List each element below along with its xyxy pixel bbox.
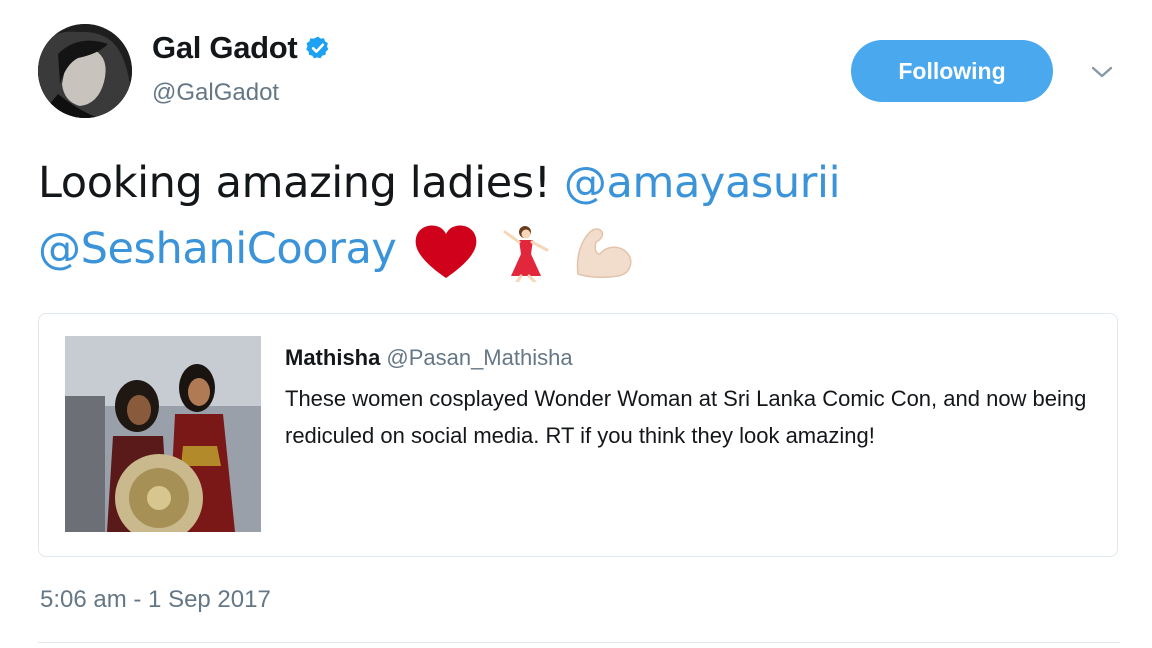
mention-seshanicooray[interactable]: @SeshaniCooray — [38, 224, 397, 274]
author-name-row: Gal Gadot — [152, 30, 331, 66]
cosplay-photo — [65, 336, 261, 532]
following-button[interactable]: Following — [851, 40, 1053, 102]
flexed-biceps-icon — [577, 227, 632, 278]
red-heart-icon — [415, 225, 477, 278]
mention-amayasurii[interactable]: @amayasurii — [564, 158, 841, 208]
tweet-timestamp[interactable]: 5:06 am - 1 Sep 2017 — [40, 586, 271, 614]
quoted-author-handle[interactable]: @Pasan_Mathisha — [386, 345, 572, 370]
tweet-text-start: Looking amazing ladies! — [38, 158, 564, 208]
quoted-tweet-header: Mathisha @Pasan_Mathisha — [285, 344, 1095, 372]
verified-badge-icon — [306, 36, 329, 59]
quoted-tweet-body: Mathisha @Pasan_Mathisha These women cosp… — [285, 344, 1095, 454]
author-display-name[interactable]: Gal Gadot — [152, 30, 298, 66]
author-avatar[interactable] — [38, 24, 132, 118]
tweet-text: Looking amazing ladies! @amayasurii @Ses… — [38, 150, 1118, 282]
quoted-tweet-image[interactable] — [65, 336, 261, 532]
avatar-photo — [38, 24, 132, 118]
quoted-tweet-text: These women cosplayed Wonder Woman at Sr… — [285, 386, 1087, 448]
quoted-tweet-card[interactable]: Mathisha @Pasan_Mathisha These women cosp… — [38, 313, 1118, 557]
woman-dancing-icon — [503, 225, 549, 282]
quoted-author-name[interactable]: Mathisha — [285, 345, 380, 370]
chevron-down-icon[interactable] — [1088, 62, 1116, 82]
author-handle[interactable]: @GalGadot — [152, 79, 279, 107]
divider — [38, 642, 1120, 643]
